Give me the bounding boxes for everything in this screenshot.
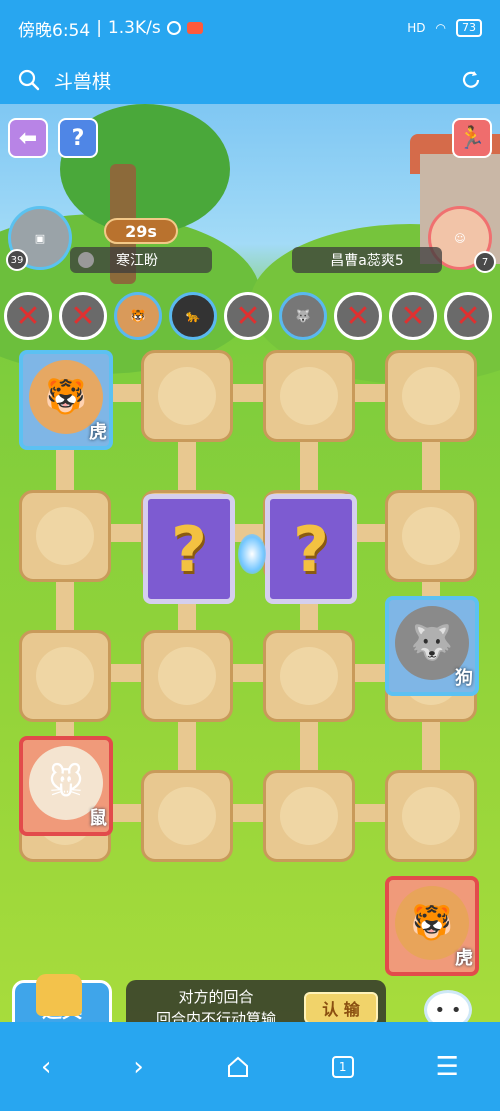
- wolf-icon: 🐺: [295, 309, 311, 323]
- cross-icon: ✕: [15, 298, 41, 334]
- user-icon: [78, 252, 94, 268]
- search-icon[interactable]: [18, 69, 40, 91]
- board-path: [300, 440, 318, 492]
- piece-label: 虎: [455, 948, 473, 969]
- board-tile[interactable]: [141, 630, 233, 722]
- panther-icon: 🐆: [185, 309, 201, 323]
- back-icon[interactable]: ‹: [41, 1052, 51, 1082]
- turn-message-line2: 回合内不行动算输: [155, 1010, 276, 1022]
- board-tile[interactable]: [385, 770, 477, 862]
- turn-timer: 29s: [104, 218, 178, 244]
- chat-button[interactable]: • •: [424, 990, 472, 1022]
- tiger-icon: 🐯: [130, 309, 146, 323]
- refresh-icon[interactable]: [460, 69, 482, 91]
- surrender-button[interactable]: 认 输: [304, 992, 378, 1022]
- board-tile[interactable]: [385, 350, 477, 442]
- opponent-name: 昌曹a蕊爽5: [330, 253, 404, 269]
- piece-tiger-blue[interactable]: 🐯 虎: [19, 350, 113, 450]
- board-path: [178, 720, 196, 772]
- piece-tiger-red[interactable]: 🐯 虎: [385, 876, 479, 976]
- status-bar: 傍晚6:54 | 1.3K/s HD ◠ 73: [0, 0, 500, 56]
- record-icon: [186, 22, 203, 34]
- hd-network-icon: HD: [407, 21, 426, 35]
- my-name-bar: 寒江盼: [70, 247, 212, 273]
- home-icon[interactable]: [226, 1055, 250, 1079]
- cross-icon: ✕: [345, 298, 371, 334]
- board-tile[interactable]: [19, 490, 111, 582]
- board-path: [178, 440, 196, 492]
- piece-label: 虎: [89, 422, 107, 443]
- piece-label: 鼠: [89, 808, 107, 829]
- board-path: [422, 440, 440, 492]
- question-mark-icon: ?: [293, 512, 329, 586]
- app-header: 斗兽棋: [0, 56, 500, 104]
- chat-bubble-icon: • •: [434, 999, 462, 1021]
- forward-icon[interactable]: ›: [133, 1052, 143, 1082]
- captured-slot: ✕: [4, 292, 52, 340]
- captured-slot: ✕: [224, 292, 272, 340]
- backpack-icon: [36, 974, 82, 1016]
- cross-icon: ✕: [235, 298, 261, 334]
- running-man-icon: 🏃: [458, 125, 486, 151]
- battery-icon: 73: [456, 19, 482, 37]
- move-spark-effect: [238, 534, 266, 574]
- captured-slot: ✕: [389, 292, 437, 340]
- alarm-icon: [166, 21, 181, 35]
- my-name: 寒江盼: [116, 253, 158, 269]
- board-path: [422, 720, 440, 772]
- cross-icon: ✕: [455, 298, 481, 334]
- piece-rat-red[interactable]: 🐭 鼠: [19, 736, 113, 836]
- board-path: [56, 580, 74, 632]
- wifi-icon: ◠: [435, 21, 446, 35]
- avatar-girl-icon: ☺: [454, 231, 466, 245]
- avatar-image-icon: ▣: [34, 231, 46, 245]
- turn-message: 对方的回合 回合内不行动算输: [134, 986, 298, 1022]
- board-tile[interactable]: [19, 630, 111, 722]
- tabs-button[interactable]: 1: [331, 1055, 354, 1078]
- hidden-piece-card[interactable]: ?: [265, 494, 357, 604]
- captured-slot: ✕: [334, 292, 382, 340]
- cross-icon: ✕: [400, 298, 426, 334]
- menu-icon[interactable]: ☰: [436, 1052, 459, 1082]
- status-time: 傍晚6:54: [18, 20, 91, 41]
- hidden-piece-card[interactable]: ?: [143, 494, 235, 604]
- captured-slot: 🐺: [279, 292, 327, 340]
- game-board: 🐯 虎 ? ? 🐺 狗 🐭 鼠 🐯 虎: [0, 344, 500, 976]
- page-title: 斗兽棋: [54, 70, 112, 93]
- turn-message-line1: 对方的回合: [178, 988, 254, 1006]
- captured-slot: 🐆: [169, 292, 217, 340]
- captured-slot: ✕: [59, 292, 107, 340]
- question-mark-icon: ?: [171, 512, 207, 586]
- captured-slot: 🐯: [114, 292, 162, 340]
- board-tile[interactable]: [385, 490, 477, 582]
- cross-icon: ✕: [70, 298, 96, 334]
- my-level-badge: 39: [6, 249, 28, 271]
- board-tile[interactable]: [141, 350, 233, 442]
- back-button[interactable]: ⬅: [8, 118, 48, 158]
- network-speed: 1.3K/s: [107, 18, 161, 38]
- board-tile[interactable]: [141, 770, 233, 862]
- browser-nav-bar: ‹ › 1 ☰: [0, 1022, 500, 1111]
- opponent-level-badge: 7: [474, 251, 496, 273]
- arrow-left-icon: ⬅: [18, 125, 38, 151]
- exit-button[interactable]: 🏃: [452, 118, 492, 158]
- piece-label: 狗: [455, 668, 473, 689]
- piece-dog-blue[interactable]: 🐺 狗: [385, 596, 479, 696]
- captured-animals-row: ✕ ✕ 🐯 🐆 ✕ 🐺 ✕ ✕ ✕: [0, 292, 500, 344]
- help-button[interactable]: ?: [58, 118, 98, 158]
- captured-slot: ✕: [444, 292, 492, 340]
- game-area: ⬅ ? 🏃 ▣ 39 ☺ 7 29s 寒江盼 昌曹a蕊爽5 ✕ ✕ 🐯 🐆 ✕ …: [0, 104, 500, 1022]
- opponent-name-bar: 昌曹a蕊爽5: [292, 247, 442, 273]
- board-tile[interactable]: [263, 770, 355, 862]
- board-tile[interactable]: [263, 630, 355, 722]
- board-tile[interactable]: [263, 350, 355, 442]
- question-icon: ?: [71, 125, 85, 151]
- board-path: [300, 720, 318, 772]
